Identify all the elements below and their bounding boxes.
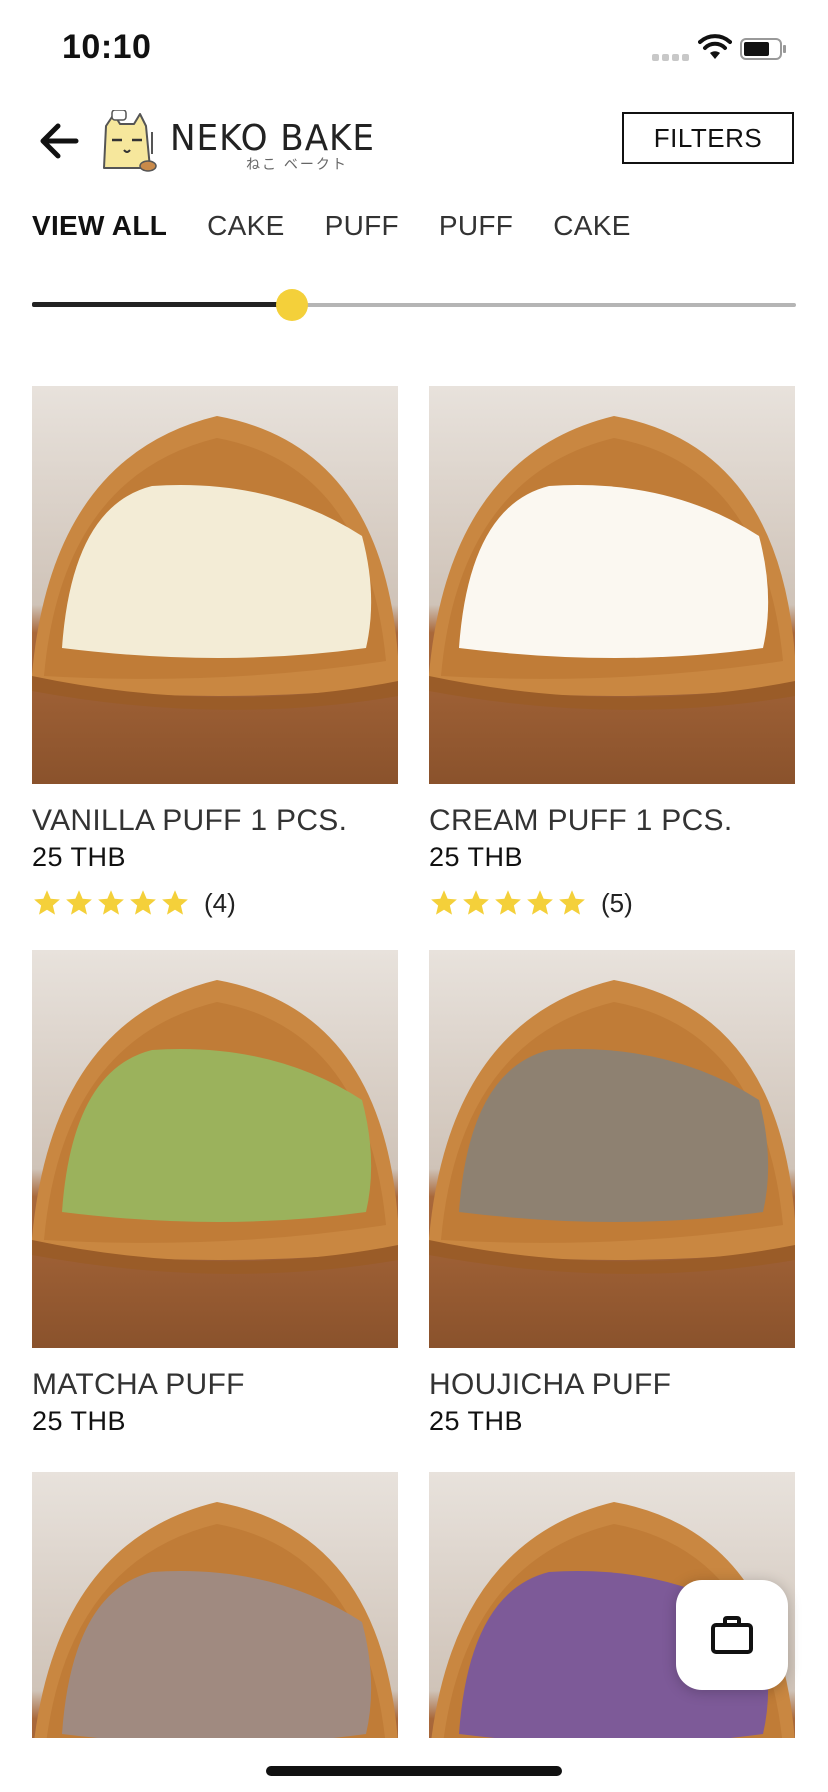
product-rating: (4) bbox=[32, 887, 398, 919]
product-name: CREAM PUFF 1 PCS. bbox=[429, 804, 733, 837]
product-price: 25 THB bbox=[429, 842, 524, 872]
home-indicator[interactable] bbox=[266, 1766, 562, 1776]
product-image[interactable] bbox=[32, 950, 398, 1348]
cream-puff-photo bbox=[429, 386, 795, 784]
star-icon bbox=[34, 890, 60, 915]
star-icon bbox=[559, 890, 585, 915]
star-icon bbox=[431, 890, 457, 915]
wifi-icon bbox=[698, 34, 732, 59]
product-image[interactable] bbox=[429, 950, 795, 1348]
cream-puff-photo bbox=[32, 386, 398, 784]
product-card[interactable]: HOUJICHA PUFF 25 THB bbox=[429, 950, 795, 1437]
star-icon bbox=[66, 890, 92, 915]
tab-puff[interactable]: PUFF bbox=[325, 210, 399, 250]
product-price: 25 THB bbox=[429, 1406, 524, 1436]
scroll-slider-fill bbox=[32, 302, 292, 307]
star-icon bbox=[527, 890, 553, 915]
battery-icon bbox=[740, 38, 786, 60]
product-card[interactable]: MATCHA PUFF 25 THB bbox=[32, 950, 398, 1437]
category-tabs: VIEW ALL CAKE PUFF PUFF CAKE bbox=[32, 210, 671, 250]
tab-view-all[interactable]: VIEW ALL bbox=[32, 210, 167, 250]
star-icon bbox=[162, 890, 188, 915]
filters-button[interactable]: FILTERS bbox=[622, 112, 794, 164]
tab-cake[interactable]: CAKE bbox=[207, 210, 284, 250]
product-name: VANILLA PUFF 1 PCS. bbox=[32, 804, 348, 837]
cream-puff-photo bbox=[429, 950, 795, 1348]
product-price: 25 THB bbox=[32, 842, 127, 872]
neko-cat-logo-icon bbox=[103, 110, 157, 172]
review-count: (4) bbox=[204, 887, 236, 918]
review-count: (5) bbox=[601, 887, 633, 918]
star-rating bbox=[32, 888, 192, 918]
cart-button[interactable] bbox=[676, 1580, 788, 1690]
product-rating: (5) bbox=[429, 887, 795, 919]
star-icon bbox=[495, 890, 521, 915]
product-image[interactable] bbox=[32, 386, 398, 784]
tab-cake-2[interactable]: CAKE bbox=[553, 210, 630, 250]
product-card[interactable] bbox=[32, 1472, 398, 1738]
cellular-signal-icon bbox=[652, 54, 690, 62]
cream-puff-photo bbox=[32, 1472, 398, 1738]
star-icon bbox=[463, 890, 489, 915]
scroll-slider-thumb[interactable] bbox=[275, 289, 308, 321]
product-card[interactable]: VANILLA PUFF 1 PCS. 25 THB (4) bbox=[32, 386, 398, 919]
brand-subtitle: ねこ ベークト bbox=[246, 156, 348, 172]
star-icon bbox=[98, 890, 124, 915]
status-time: 10:10 bbox=[62, 28, 152, 66]
brand-name: NEKO BAKE bbox=[170, 118, 375, 159]
product-price: 25 THB bbox=[32, 1406, 127, 1436]
star-rating bbox=[429, 888, 589, 918]
product-image[interactable] bbox=[32, 1472, 398, 1738]
product-name: MATCHA PUFF bbox=[32, 1368, 245, 1401]
star-icon bbox=[130, 890, 156, 915]
product-image[interactable] bbox=[429, 386, 795, 784]
back-arrow-icon[interactable] bbox=[36, 118, 82, 164]
tab-puff-2[interactable]: PUFF bbox=[439, 210, 513, 250]
cream-puff-photo bbox=[32, 950, 398, 1348]
product-card[interactable]: CREAM PUFF 1 PCS. 25 THB (5) bbox=[429, 386, 795, 919]
briefcase-icon bbox=[711, 1616, 753, 1654]
product-name: HOUJICHA PUFF bbox=[429, 1368, 672, 1401]
